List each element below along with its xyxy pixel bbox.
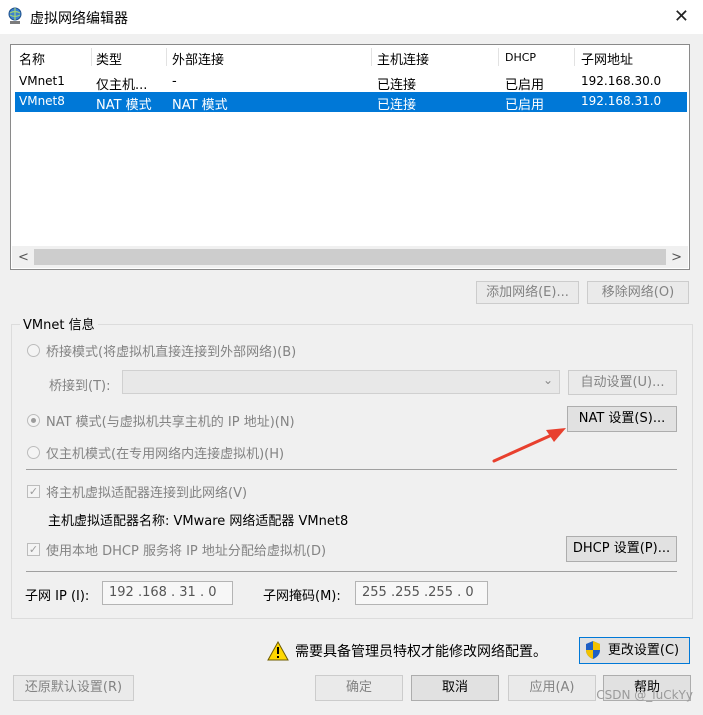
window-title: 虚拟网络编辑器	[30, 11, 128, 27]
auto-settings-button[interactable]: 自动设置(U)...	[568, 370, 677, 395]
bridge-to-select[interactable]: ⌄	[122, 370, 560, 394]
scroll-thumb[interactable]	[34, 249, 666, 265]
apply-button[interactable]: 应用(A)	[508, 675, 596, 701]
host-only-label: 仅主机模式(在专用网络内连接虚拟机)(H)	[46, 447, 285, 462]
restore-defaults-button[interactable]: 还原默认设置(R)	[13, 675, 134, 701]
header-subnet[interactable]: 子网地址	[581, 49, 633, 68]
list-header: 名称 类型 外部连接 主机连接 DHCP 子网地址	[11, 45, 689, 69]
watermark: CSDN @_luCkYy	[596, 688, 693, 702]
adapter-name-label: 主机虚拟适配器名称: VMware 网络适配器 VMnet8	[48, 514, 349, 529]
nat-mode-radio[interactable]	[27, 414, 40, 427]
cancel-button[interactable]: 取消	[411, 675, 499, 701]
uac-shield-icon	[586, 641, 600, 659]
nat-settings-button[interactable]: NAT 设置(S)...	[567, 406, 677, 432]
nat-mode-label: NAT 模式(与虚拟机共享主机的 IP 地址)(N)	[46, 415, 295, 430]
subnet-ip-label: 子网 IP (I):	[25, 589, 90, 604]
host-only-radio[interactable]	[27, 446, 40, 459]
subnet-mask-label: 子网掩码(M):	[263, 589, 341, 604]
close-button[interactable]: ✕	[674, 6, 689, 27]
dhcp-settings-button[interactable]: DHCP 设置(P)...	[566, 536, 677, 562]
divider	[26, 571, 677, 572]
dhcp-label: 使用本地 DHCP 服务将 IP 地址分配给虚拟机(D)	[46, 544, 327, 559]
network-list[interactable]: 名称 类型 外部连接 主机连接 DHCP 子网地址 VMnet1 仅主机... …	[10, 44, 690, 270]
vmnet-info-group	[11, 324, 693, 619]
table-row[interactable]: VMnet8 NAT 模式 NAT 模式 已连接 已启用 192.168.31.…	[15, 92, 687, 113]
dhcp-checkbox[interactable]: ✓	[27, 543, 40, 556]
add-network-button[interactable]: 添加网络(E)...	[476, 281, 579, 304]
chevron-down-icon: ⌄	[542, 373, 553, 387]
group-title: VMnet 信息	[20, 314, 98, 333]
scroll-left-icon[interactable]: <	[18, 250, 29, 265]
scroll-right-icon[interactable]: >	[671, 250, 682, 265]
bridge-to-label: 桥接到(T):	[49, 379, 111, 394]
subnet-mask-field[interactable]: 255 .255 .255 . 0	[355, 581, 488, 605]
connect-adapter-checkbox[interactable]: ✓	[27, 485, 40, 498]
remove-network-button[interactable]: 移除网络(O)	[587, 281, 689, 304]
bridge-mode-radio[interactable]	[27, 344, 40, 357]
header-name[interactable]: 名称	[19, 49, 45, 68]
connect-adapter-label: 将主机虚拟适配器连接到此网络(V)	[46, 486, 248, 501]
horizontal-scrollbar[interactable]: < >	[12, 246, 688, 268]
admin-warning-text: 需要具备管理员特权才能修改网络配置。	[295, 644, 547, 660]
header-dhcp[interactable]: DHCP	[505, 51, 536, 64]
subnet-ip-field[interactable]: 192 .168 . 31 . 0	[102, 581, 233, 605]
header-type[interactable]: 类型	[96, 49, 122, 68]
ok-button[interactable]: 确定	[315, 675, 403, 701]
table-row[interactable]: VMnet1 仅主机... - 已连接 已启用 192.168.30.0	[15, 72, 687, 93]
warning-triangle-icon	[267, 641, 289, 661]
header-host-connection[interactable]: 主机连接	[377, 49, 429, 68]
divider	[26, 469, 677, 470]
bridge-mode-label: 桥接模式(将虚拟机直接连接到外部网络)(B)	[46, 345, 297, 360]
red-arrow-annotation	[492, 428, 566, 463]
network-globe-icon	[8, 7, 22, 24]
header-external[interactable]: 外部连接	[172, 49, 224, 68]
